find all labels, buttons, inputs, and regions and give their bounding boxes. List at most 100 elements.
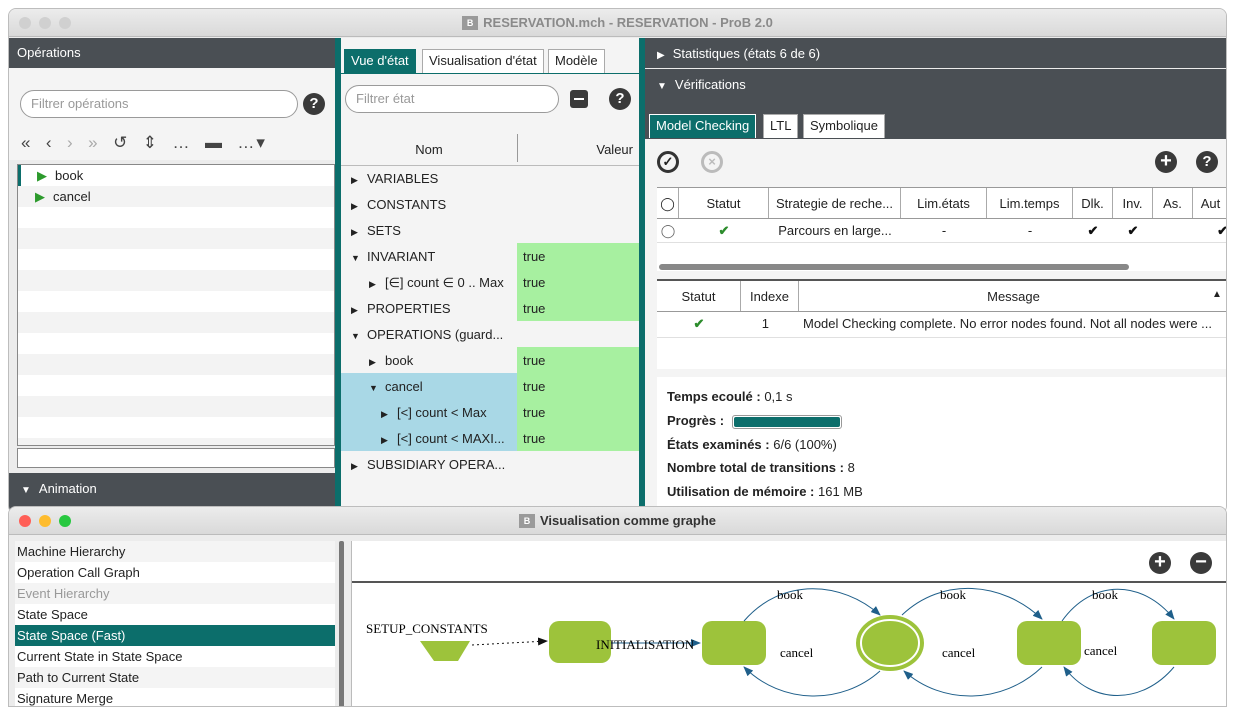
list-item-signature-merge[interactable]: Signature Merge	[15, 688, 335, 706]
zoom-dot[interactable]	[59, 515, 71, 527]
stats-header[interactable]: ▶ Statistiques (états 6 de 6)	[645, 38, 1226, 68]
first-icon[interactable]: «	[21, 133, 32, 152]
state-row-sets[interactable]: ▶ SETS	[341, 217, 643, 243]
zoom-in-icon[interactable]: +	[1149, 552, 1171, 574]
col-as[interactable]: As.	[1153, 188, 1193, 218]
help-icon[interactable]: ?	[303, 93, 325, 115]
state-view-pane: Vue d'état Visualisation d'état Modèle F…	[341, 38, 643, 513]
state-row-constants[interactable]: ▶ CONSTANTS	[341, 191, 643, 217]
col-indexe[interactable]: Indexe	[741, 281, 799, 311]
more-icon[interactable]: …	[173, 133, 192, 152]
list-item-state-space[interactable]: State Space	[15, 604, 335, 625]
state-row-book[interactable]: ▶ book true	[341, 347, 643, 373]
col-inv[interactable]: Inv.	[1113, 188, 1153, 218]
list-item-machine-hierarchy[interactable]: Machine Hierarchy	[15, 541, 335, 562]
expand-icon[interactable]: ▶	[381, 409, 389, 420]
col-dlk[interactable]: Dlk.	[1073, 188, 1113, 218]
graph-toolbar: + −	[352, 541, 1226, 583]
tab-vue-etat[interactable]: Vue d'état	[344, 49, 416, 73]
horizontal-scrollbar[interactable]	[659, 264, 1129, 270]
minimize-dot[interactable]	[39, 17, 51, 29]
collapse-icon[interactable]: ▬	[205, 133, 224, 152]
col-message[interactable]: Message	[799, 281, 1226, 311]
state-row-properties[interactable]: ▶ PROPERTIES true	[341, 295, 643, 321]
list-item-operation-call-graph[interactable]: Operation Call Graph	[15, 562, 335, 583]
add-icon[interactable]: +	[1155, 151, 1177, 173]
close-dot[interactable]	[19, 17, 31, 29]
collapse-icon[interactable]: ▼	[369, 383, 378, 393]
tab-ltl[interactable]: LTL	[763, 114, 799, 138]
expand-icon[interactable]: ▶	[369, 357, 377, 368]
zoom-out-icon[interactable]: −	[1190, 552, 1212, 574]
expand-icon[interactable]: ▶	[351, 227, 359, 238]
expand-icon[interactable]: ▶	[369, 279, 377, 290]
col-lim-temps[interactable]: Lim.temps	[987, 188, 1073, 218]
tab-modele[interactable]: Modèle	[548, 49, 605, 73]
tab-visualisation-etat[interactable]: Visualisation d'état	[422, 49, 544, 73]
expand-icon[interactable]: ▶	[351, 175, 359, 186]
col-lim-etats[interactable]: Lim.états	[901, 188, 987, 218]
tab-model-checking[interactable]: Model Checking	[649, 114, 757, 138]
sort-icon[interactable]: ⇕	[143, 133, 159, 152]
state-row-invariant[interactable]: ▼ INVARIANT true	[341, 243, 643, 269]
column-value[interactable]: Valeur	[517, 142, 633, 157]
col-strategie[interactable]: Strategie de reche...	[769, 188, 901, 218]
col-msg-statut[interactable]: Statut	[657, 281, 741, 311]
collapse-all-icon[interactable]	[570, 90, 588, 108]
help-icon[interactable]: ?	[609, 88, 631, 110]
visualization-list: Machine Hierarchy Operation Call Graph E…	[15, 541, 335, 706]
expand-icon[interactable]: ▶	[351, 305, 359, 316]
state-row-cancel-guard2[interactable]: ▶ [<] count < MAXI... true	[341, 425, 643, 451]
row-select-icon[interactable]: ◯	[657, 219, 679, 243]
operations-filter-input[interactable]: Filtrer opérations	[20, 90, 298, 118]
list-item-current-state[interactable]: Current State in State Space	[15, 646, 335, 667]
state-node-2[interactable]	[702, 621, 766, 665]
collapsed-icon: ▶	[657, 50, 665, 61]
state-row-operations[interactable]: ▼ OPERATIONS (guard...	[341, 321, 643, 347]
tab-symbolique[interactable]: Symbolique	[803, 114, 885, 138]
sort-asc-icon[interactable]: ▲	[1212, 289, 1222, 300]
operation-item-cancel[interactable]: ▶ cancel	[18, 186, 334, 207]
close-dot[interactable]	[19, 515, 31, 527]
collapse-icon[interactable]: ▼	[351, 331, 360, 341]
expand-icon[interactable]: ▶	[351, 201, 359, 212]
collapse-icon[interactable]: ▼	[351, 253, 360, 263]
message-row[interactable]: ✔ 1 Model Checking complete. No error no…	[657, 312, 1226, 338]
column-name[interactable]: Nom	[341, 142, 517, 157]
help-icon[interactable]: ?	[1196, 151, 1218, 173]
list-item-state-space-fast[interactable]: State Space (Fast)	[15, 625, 335, 646]
minimize-dot[interactable]	[39, 515, 51, 527]
last-icon[interactable]: »	[88, 133, 99, 152]
check-row[interactable]: ◯ ✔ Parcours en large... - - ✔ ✔ ✔	[657, 219, 1226, 243]
col-statut[interactable]: Statut	[679, 188, 769, 218]
state-row-cancel[interactable]: ▼ cancel true	[341, 373, 643, 399]
expand-icon[interactable]: ▶	[381, 435, 389, 446]
col-aut[interactable]: Aut	[1193, 188, 1226, 218]
state-row-variables[interactable]: ▶ VARIABLES	[341, 165, 643, 191]
verif-header[interactable]: ▼ Vérifications	[645, 69, 1226, 99]
reload-icon[interactable]: ↺	[113, 133, 129, 152]
check-icon[interactable]: ✓	[657, 151, 679, 173]
options-icon[interactable]: …▾	[237, 133, 267, 152]
expand-icon[interactable]: ▶	[351, 461, 359, 472]
state-node-4[interactable]	[1017, 621, 1081, 665]
state-node-5[interactable]	[1152, 621, 1216, 665]
zoom-dot[interactable]	[59, 17, 71, 29]
state-tree: ▶ VARIABLES ▶ CONSTANTS ▶ SETS ▼ INVARIANT tr…	[341, 165, 643, 513]
state-filter-input[interactable]: Filtrer état	[345, 85, 559, 113]
list-scrollbar[interactable]	[339, 541, 344, 706]
root-node[interactable]	[420, 641, 470, 661]
state-row-invariant-count[interactable]: ▶ [∈] count ∈ 0 .. Max true	[341, 269, 643, 295]
state-row-cancel-guard1[interactable]: ▶ [<] count < Max true	[341, 399, 643, 425]
operation-item-book[interactable]: ▶ book	[18, 165, 334, 186]
current-state-outer[interactable]	[856, 615, 924, 671]
cell-message: Model Checking complete. No error nodes …	[803, 316, 1212, 331]
back-icon[interactable]: ‹	[46, 133, 54, 152]
cancel-edge-2	[903, 666, 1043, 697]
list-item-path-current[interactable]: Path to Current State	[15, 667, 335, 688]
state-row-subsidiary[interactable]: ▶ SUBSIDIARY OPERA...	[341, 451, 643, 477]
cancel-icon[interactable]: ×	[701, 151, 723, 173]
list-item-event-hierarchy[interactable]: Event Hierarchy	[15, 583, 335, 604]
forward-icon[interactable]: ›	[67, 133, 75, 152]
animation-header[interactable]: ▼ Animation	[9, 473, 335, 503]
